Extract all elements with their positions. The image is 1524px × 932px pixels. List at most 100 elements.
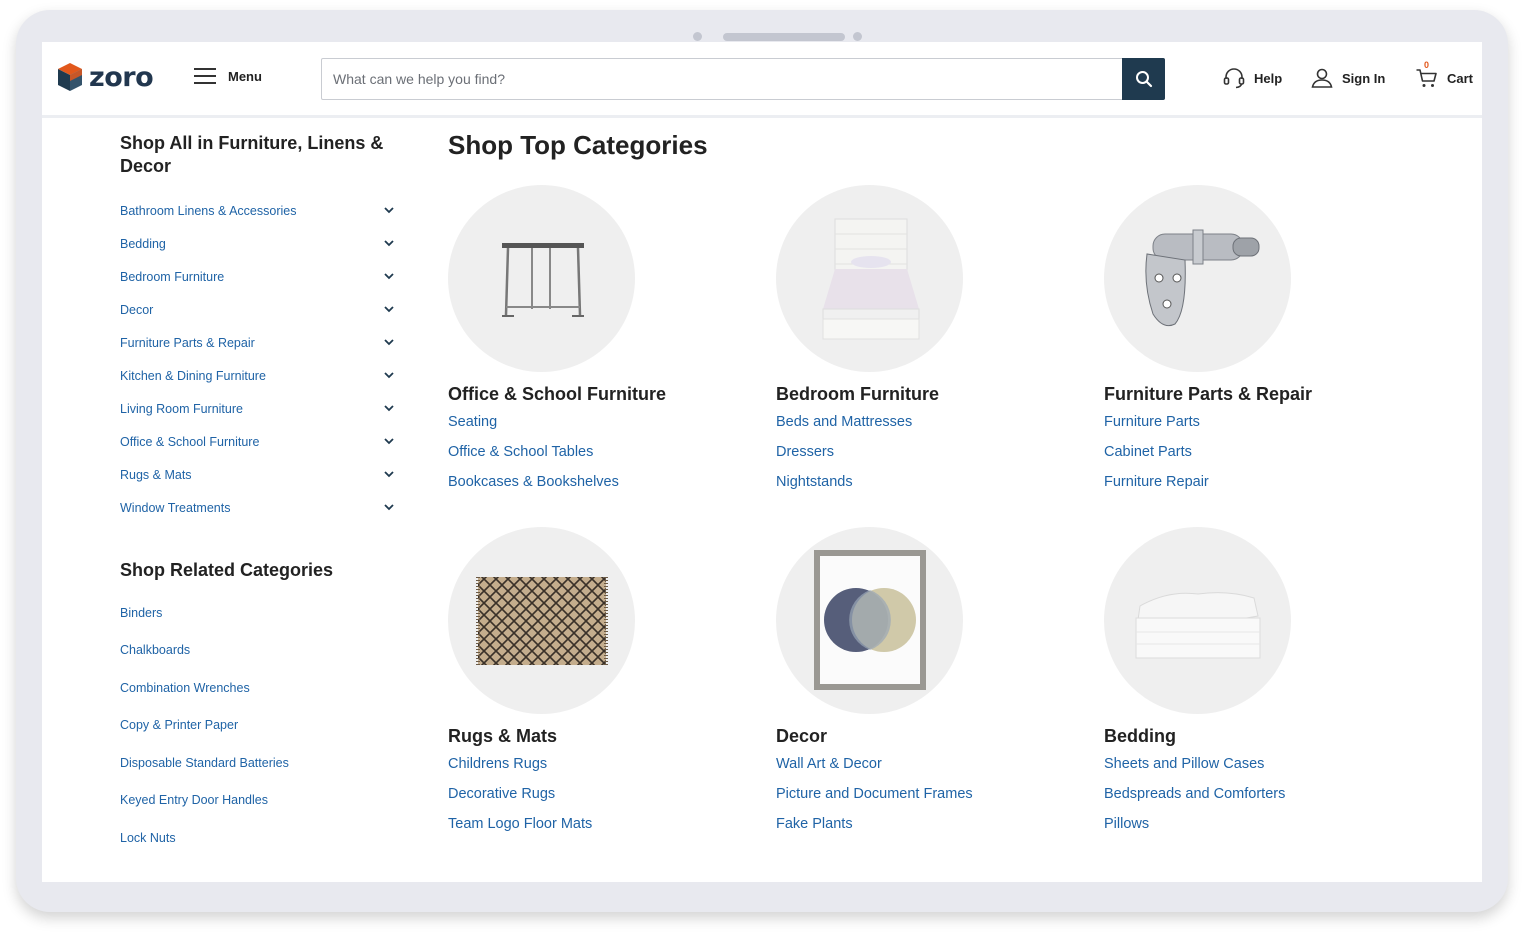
sidebar-item-office-school[interactable]: Office & School Furniture — [120, 425, 400, 458]
hamburger-icon — [194, 68, 216, 85]
sidebar-item-furniture-parts[interactable]: Furniture Parts & Repair — [120, 326, 400, 359]
subcategory-link[interactable]: Bedspreads and Comforters — [1104, 785, 1404, 815]
chevron-down-icon — [384, 207, 394, 214]
sidebar-title: Shop All in Furniture, Linens & Decor — [120, 133, 384, 176]
frame-pill — [723, 33, 845, 41]
category-title[interactable]: Bedroom Furniture — [776, 384, 1076, 405]
sign-in-link[interactable]: Sign In — [1310, 66, 1385, 90]
chevron-down-icon — [384, 504, 394, 511]
sidebar-item-label: Office & School Furniture — [120, 434, 260, 449]
subcategory-link[interactable]: Pillows — [1104, 815, 1404, 845]
category-links: Wall Art & Decor Picture and Document Fr… — [776, 755, 1076, 845]
subcategory-link[interactable]: Nightstands — [776, 473, 1076, 503]
framed-art-image — [813, 550, 926, 690]
sign-in-label: Sign In — [1342, 70, 1386, 86]
related-link[interactable]: Binders — [120, 594, 400, 632]
bed-image — [822, 218, 919, 339]
category-image-link[interactable] — [776, 185, 963, 372]
sidebar-item-label: Bedroom Furniture — [120, 269, 225, 284]
category-image-link[interactable] — [448, 185, 635, 372]
chevron-down-icon — [384, 273, 394, 280]
related-link[interactable]: Combination Wrenches — [120, 669, 400, 707]
category-title[interactable]: Bedding — [1104, 726, 1404, 747]
help-link[interactable]: Help — [1222, 66, 1282, 90]
search-button[interactable] — [1122, 58, 1165, 100]
menu-button[interactable]: Menu — [194, 68, 262, 85]
category-image-link[interactable] — [1104, 185, 1291, 372]
hinge-latch-image — [1144, 229, 1259, 326]
category-card-rugs: Rugs & Mats Childrens Rugs Decorative Ru… — [448, 527, 748, 845]
chevron-down-icon — [384, 372, 394, 379]
subcategory-link[interactable]: Beds and Mattresses — [776, 413, 1076, 443]
category-title[interactable]: Decor — [776, 726, 1076, 747]
sidebar-item-bedroom-furniture[interactable]: Bedroom Furniture — [120, 260, 400, 293]
sidebar-item-kitchen-dining[interactable]: Kitchen & Dining Furniture — [120, 359, 400, 392]
related-link[interactable]: Lock Nuts — [120, 819, 400, 857]
sidebar-item-label: Window Treatments — [120, 500, 231, 515]
sidebar-item-label: Bedding — [120, 236, 166, 251]
sidebar-item-window-treatments[interactable]: Window Treatments — [120, 491, 400, 524]
category-card-bedding: Bedding Sheets and Pillow Cases Bedsprea… — [1104, 527, 1404, 845]
subcategory-link[interactable]: Cabinet Parts — [1104, 443, 1404, 473]
subcategory-link[interactable]: Furniture Repair — [1104, 473, 1404, 503]
category-card-decor: Decor Wall Art & Decor Picture and Docum… — [776, 527, 1076, 845]
sidebar-category-list: Bathroom Linens & Accessories Bedding Be… — [120, 194, 400, 524]
search-icon — [1135, 71, 1152, 88]
site-header: zoro Menu Help — [42, 42, 1482, 118]
sidebar-item-label: Bathroom Linens & Accessories — [120, 203, 297, 218]
sidebar-item-rugs-mats[interactable]: Rugs & Mats — [120, 458, 400, 491]
chevron-down-icon — [384, 405, 394, 412]
subcategory-link[interactable]: Dressers — [776, 443, 1076, 473]
category-links: Childrens Rugs Decorative Rugs Team Logo… — [448, 755, 748, 845]
search-input[interactable] — [322, 59, 1122, 99]
subcategory-link[interactable]: Fake Plants — [776, 815, 1076, 845]
sidebar-item-decor[interactable]: Decor — [120, 293, 400, 326]
category-image-link[interactable] — [448, 527, 635, 714]
chevron-down-icon — [384, 240, 394, 247]
menu-label: Menu — [228, 69, 262, 84]
subcategory-link[interactable]: Wall Art & Decor — [776, 755, 1076, 785]
search-bar — [321, 58, 1165, 100]
subcategory-link[interactable]: Furniture Parts — [1104, 413, 1404, 443]
page-title: Shop Top Categories — [448, 130, 708, 160]
subcategory-link[interactable]: Team Logo Floor Mats — [448, 815, 748, 845]
related-categories-title: Shop Related Categories — [120, 560, 334, 580]
cart-label: Cart — [1447, 70, 1474, 86]
sidebar-item-label: Kitchen & Dining Furniture — [120, 368, 266, 383]
subcategory-link[interactable]: Childrens Rugs — [448, 755, 748, 785]
chevron-down-icon — [384, 339, 394, 346]
cart-link[interactable]: 0 Cart — [1415, 60, 1474, 90]
headset-icon — [1223, 68, 1245, 89]
subcategory-link[interactable]: Decorative Rugs — [448, 785, 748, 815]
zoro-logo[interactable]: zoro — [56, 61, 154, 93]
category-title[interactable]: Furniture Parts & Repair — [1104, 384, 1404, 405]
category-links: Furniture Parts Cabinet Parts Furniture … — [1104, 413, 1404, 503]
frame-dot — [693, 32, 702, 41]
category-title[interactable]: Office & School Furniture — [448, 384, 748, 405]
category-links: Sheets and Pillow Cases Bedspreads and C… — [1104, 755, 1404, 845]
subcategory-link[interactable]: Bookcases & Bookshelves — [448, 473, 748, 503]
sidebar-item-bathroom-linens[interactable]: Bathroom Linens & Accessories — [120, 194, 400, 227]
category-links: Beds and Mattresses Dressers Nightstands — [776, 413, 1076, 503]
related-link[interactable]: Keyed Entry Door Handles — [120, 782, 400, 820]
office-table-image — [501, 242, 584, 317]
sidebar-item-bedding[interactable]: Bedding — [120, 227, 400, 260]
subcategory-link[interactable]: Sheets and Pillow Cases — [1104, 755, 1404, 785]
subcategory-link[interactable]: Seating — [448, 413, 748, 443]
sidebar-item-living-room[interactable]: Living Room Furniture — [120, 392, 400, 425]
related-link[interactable]: Disposable Standard Batteries — [120, 744, 400, 782]
category-image-link[interactable] — [776, 527, 963, 714]
category-image-link[interactable] — [1104, 527, 1291, 714]
subcategory-link[interactable]: Picture and Document Frames — [776, 785, 1076, 815]
browser-viewport: zoro Menu Help — [42, 42, 1482, 882]
frame-dot — [853, 32, 862, 41]
related-link[interactable]: Copy & Printer Paper — [120, 707, 400, 745]
cart-icon-wrap: 0 — [1415, 60, 1439, 90]
related-link[interactable]: Chalkboards — [120, 632, 400, 670]
user-icon — [1311, 68, 1333, 88]
category-title[interactable]: Rugs & Mats — [448, 726, 748, 747]
rug-image — [475, 576, 608, 665]
category-card-office: Office & School Furniture Seating Office… — [448, 185, 748, 503]
subcategory-link[interactable]: Office & School Tables — [448, 443, 748, 473]
related-categories-list: Binders Chalkboards Combination Wrenches… — [120, 594, 400, 857]
